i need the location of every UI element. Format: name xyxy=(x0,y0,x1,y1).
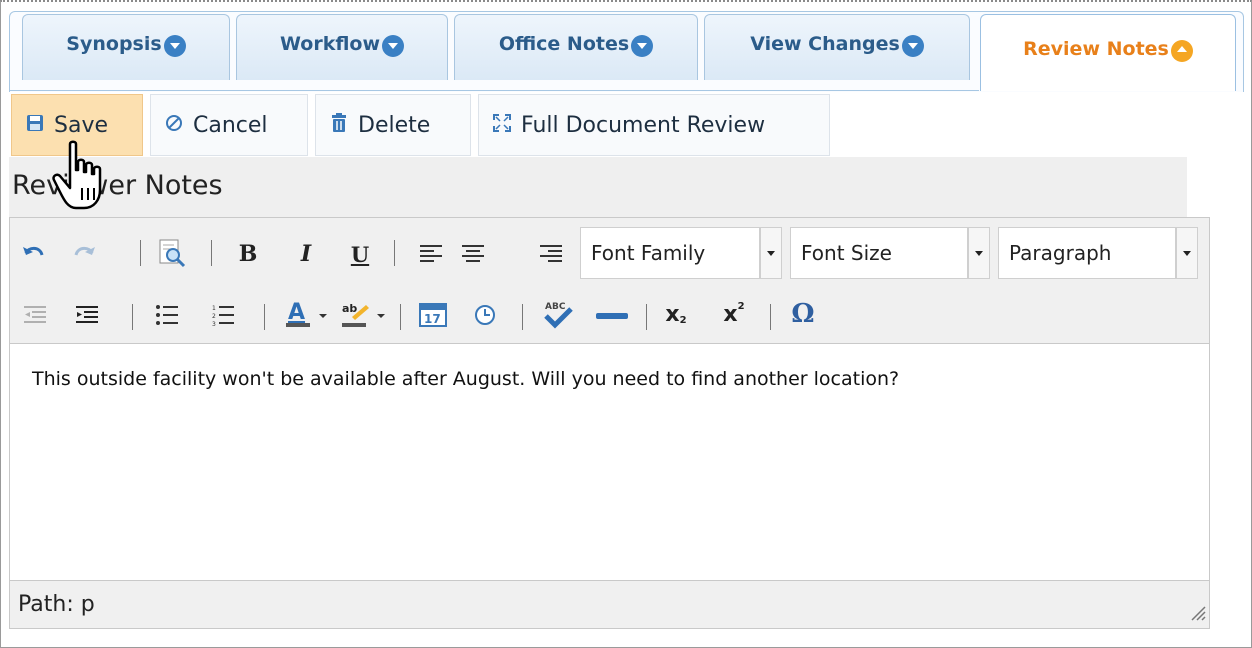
superscript-icon[interactable]: x2 xyxy=(718,298,750,330)
font-family-select[interactable]: Font Family xyxy=(580,227,760,279)
format-value: Paragraph xyxy=(1009,241,1112,265)
rich-text-editor: B I U Font Family Font Size Paragraph 1 … xyxy=(9,217,1210,629)
cancel-icon xyxy=(165,113,183,137)
insert-date-icon[interactable]: 17 xyxy=(416,298,450,330)
bold-icon[interactable]: B xyxy=(232,236,264,272)
font-size-value: Font Size xyxy=(801,241,892,265)
align-right-icon[interactable] xyxy=(536,238,566,270)
special-character-icon[interactable]: Ω xyxy=(786,296,820,332)
chevron-down-icon[interactable] xyxy=(1176,227,1198,279)
align-left-icon[interactable] xyxy=(416,238,446,270)
svg-text:3: 3 xyxy=(212,321,216,326)
tab-label: Review Notes xyxy=(1023,38,1169,60)
resize-handle-icon[interactable] xyxy=(1188,603,1206,625)
find-replace-icon[interactable] xyxy=(153,234,191,272)
chevron-down-icon[interactable] xyxy=(968,227,990,279)
tab-review-notes[interactable]: Review Notes xyxy=(980,14,1236,91)
outdent-icon[interactable] xyxy=(20,300,50,330)
highlight-color-icon[interactable]: ab xyxy=(338,296,372,332)
align-center-icon[interactable] xyxy=(458,238,488,270)
tab-label: View Changes xyxy=(750,32,900,55)
separator xyxy=(400,304,401,330)
separator xyxy=(394,240,395,266)
chevron-up-icon xyxy=(1170,40,1193,62)
svg-text:ab: ab xyxy=(342,302,357,315)
subscript-icon[interactable]: x2 xyxy=(660,298,692,330)
indent-icon[interactable] xyxy=(72,300,102,330)
text-color-icon[interactable]: A xyxy=(282,296,314,332)
editor-statusbar: Path: p xyxy=(10,580,1209,628)
tab-label: Synopsis xyxy=(66,32,162,55)
separator xyxy=(646,304,647,330)
tab-label: Workflow xyxy=(279,32,381,55)
chevron-down-icon xyxy=(382,34,405,57)
chevron-down-icon xyxy=(901,34,924,57)
separator xyxy=(770,304,771,330)
horizontal-rule-icon[interactable] xyxy=(594,302,630,330)
delete-button[interactable]: Delete xyxy=(315,94,471,156)
font-size-select[interactable]: Font Size xyxy=(790,227,968,279)
chevron-down-icon xyxy=(163,34,186,57)
numbered-list-icon[interactable]: 123 xyxy=(208,300,238,330)
tab-synopsis[interactable]: Synopsis xyxy=(22,14,230,80)
editor-toolbar: B I U Font Family Font Size Paragraph 1 … xyxy=(10,218,1209,344)
chevron-down-icon[interactable] xyxy=(760,227,782,279)
chevron-down-icon[interactable] xyxy=(374,306,388,326)
tab-workflow[interactable]: Workflow xyxy=(236,14,448,80)
trash-icon xyxy=(330,112,348,138)
svg-text:A: A xyxy=(288,300,305,325)
full-review-label: Full Document Review xyxy=(521,112,766,138)
hand-cursor-icon xyxy=(52,140,108,216)
editor-content[interactable]: This outside facility won't be available… xyxy=(32,368,899,390)
separator xyxy=(140,240,141,266)
spellcheck-icon[interactable]: ABC xyxy=(540,296,576,332)
cancel-label: Cancel xyxy=(193,112,268,138)
fullscreen-icon xyxy=(493,113,511,137)
svg-text:17: 17 xyxy=(424,312,441,326)
save-label: Save xyxy=(54,112,109,138)
insert-time-icon[interactable] xyxy=(470,300,500,330)
format-select[interactable]: Paragraph xyxy=(998,227,1176,279)
font-family-value: Font Family xyxy=(591,241,706,265)
chevron-down-icon[interactable] xyxy=(316,306,330,326)
tab-divider xyxy=(9,90,979,91)
svg-text:1: 1 xyxy=(212,305,216,312)
separator xyxy=(132,304,133,330)
italic-icon[interactable]: I xyxy=(290,236,322,272)
element-path: Path: p xyxy=(18,592,95,617)
redo-icon[interactable] xyxy=(66,236,102,272)
section-title: Reviewer Notes xyxy=(12,170,223,201)
svg-text:ABC: ABC xyxy=(545,302,566,312)
undo-icon[interactable] xyxy=(16,236,52,272)
bullet-list-icon[interactable] xyxy=(152,300,182,330)
tab-label: Office Notes xyxy=(498,32,630,55)
separator xyxy=(264,304,265,330)
separator xyxy=(522,304,523,330)
underline-icon[interactable]: U xyxy=(344,236,376,272)
tab-view-changes[interactable]: View Changes xyxy=(704,14,970,80)
delete-label: Delete xyxy=(358,112,431,138)
svg-text:2: 2 xyxy=(212,313,216,320)
chevron-down-icon xyxy=(631,34,654,57)
separator xyxy=(211,240,212,266)
cancel-button[interactable]: Cancel xyxy=(150,94,308,156)
full-document-review-button[interactable]: Full Document Review xyxy=(478,94,830,156)
tab-office-notes[interactable]: Office Notes xyxy=(454,14,698,80)
save-icon xyxy=(26,113,44,137)
